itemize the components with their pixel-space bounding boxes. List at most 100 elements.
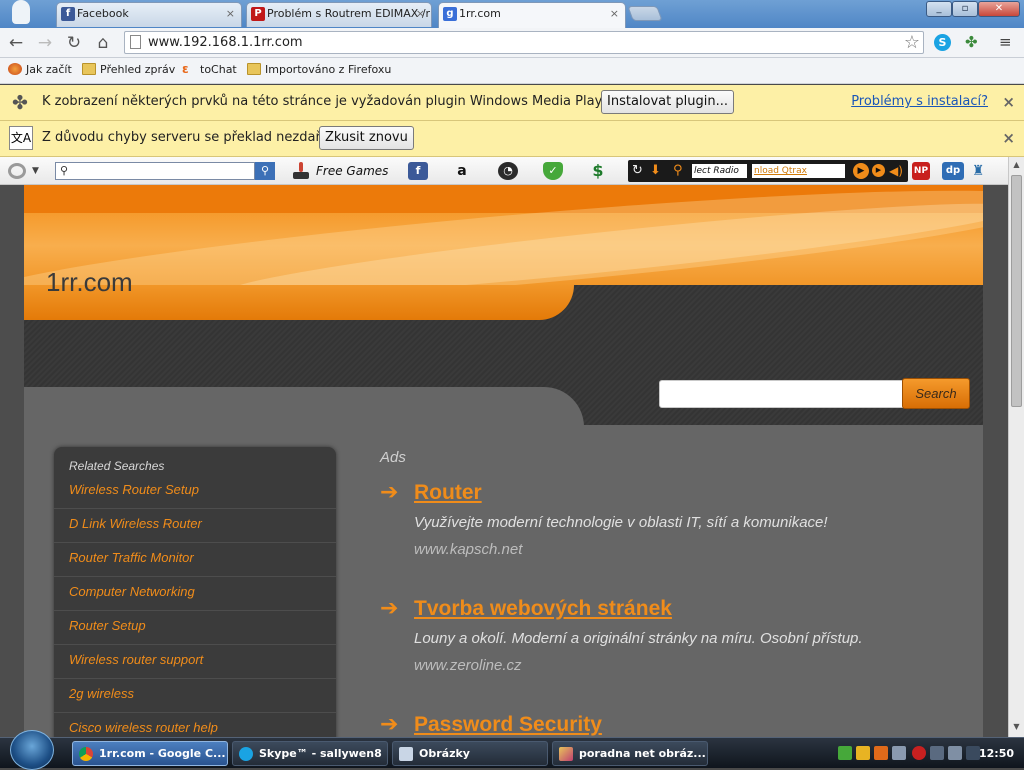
scroll-down-icon[interactable]: ▼	[1011, 721, 1022, 733]
toolbar-search-input[interactable]: ⚲	[55, 162, 255, 180]
taskbar-item-chrome[interactable]: 1rr.com - Google C...	[72, 741, 228, 766]
related-link-d-link-wireless-router[interactable]: D Link Wireless Router	[54, 509, 336, 543]
close-tab-icon[interactable]: ×	[416, 3, 425, 25]
warning-icon[interactable]	[856, 746, 870, 760]
next-icon[interactable]: ▶	[872, 164, 885, 177]
scroll-thumb[interactable]	[1011, 175, 1022, 407]
free-games-label[interactable]: Free Games	[316, 162, 388, 180]
play-icon[interactable]: ▶	[853, 163, 869, 179]
retry-button[interactable]: Zkusit znovu	[319, 126, 414, 150]
ad-item: ➔ Tvorba webových stránek Louny a okolí.…	[380, 596, 960, 686]
related-link-wireless-router-setup[interactable]: Wireless Router Setup	[54, 475, 336, 509]
shield-icon[interactable]: ✓	[543, 162, 563, 180]
tab-title: Facebook	[77, 7, 129, 20]
clock[interactable]: 12:50	[979, 741, 1014, 766]
windows-taskbar: 1rr.com - Google C... Skype™ - sallywen8…	[0, 730, 1024, 770]
close-tab-icon[interactable]: ×	[226, 3, 235, 25]
shield-icon[interactable]	[838, 746, 852, 760]
bookmark-label: toChat	[200, 63, 237, 76]
refresh-icon[interactable]: ↻	[632, 163, 648, 179]
robot-icon[interactable]: ♜	[968, 162, 988, 180]
site-search-input[interactable]	[659, 380, 904, 408]
flag-icon[interactable]	[874, 746, 888, 760]
site-title[interactable]: 1rr.com	[46, 267, 133, 298]
related-link-cisco-wireless-router-help[interactable]: Cisco wireless router help	[54, 713, 336, 737]
site-search-button[interactable]: Search	[902, 378, 970, 409]
speedometer-icon[interactable]: ◔	[498, 162, 518, 180]
monitor-icon[interactable]	[930, 746, 944, 760]
close-tab-icon[interactable]: ×	[610, 3, 619, 25]
translate-infobar: 文A Z důvodu chyby serveru se překlad nez…	[0, 121, 1024, 157]
radio-download-link[interactable]: nload Qtrax	[752, 164, 845, 178]
ad-title-link[interactable]: Password Security	[414, 712, 602, 737]
related-link-router-traffic-monitor[interactable]: Router Traffic Monitor	[54, 543, 336, 577]
dp-icon[interactable]: dp	[942, 162, 964, 180]
bookmark-jak-zacit[interactable]: Jak začít	[8, 63, 72, 77]
speaker-icon[interactable]	[892, 746, 906, 760]
close-icon[interactable]: ×	[1002, 85, 1015, 119]
bookmarks-bar: Jak začít Přehled zpráv ɛ toChat Importo…	[0, 58, 1024, 84]
bookmark-prehled-zprav[interactable]: Přehled zpráv	[82, 63, 175, 77]
amazon-icon[interactable]: a	[452, 162, 472, 180]
new-tab-button[interactable]	[627, 6, 663, 21]
install-plugin-button[interactable]: Instalovat plugin...	[601, 90, 734, 114]
back-icon[interactable]: ←	[6, 33, 26, 53]
tab-1rr[interactable]: g 1rr.com ×	[438, 2, 626, 28]
maximize-button[interactable]: ▫	[952, 1, 978, 17]
related-link-router-setup[interactable]: Router Setup	[54, 611, 336, 645]
tab-title: Problém s Routrem EDIMAX /r	[267, 7, 431, 20]
np-icon[interactable]: NP	[912, 162, 930, 180]
reload-icon[interactable]: ↻	[64, 33, 84, 53]
ad-url-link[interactable]: www.zeroline.cz	[414, 657, 522, 674]
chevron-down-icon[interactable]: ▼	[32, 162, 39, 180]
start-button[interactable]	[10, 730, 54, 770]
firefox-icon	[8, 63, 22, 75]
plugin-message: K zobrazení některých prvků na této strá…	[42, 94, 619, 109]
volume-icon[interactable]: ◀)	[889, 163, 905, 179]
search-icon[interactable]: ⚲	[673, 163, 689, 179]
download-icon[interactable]: ⬇	[650, 163, 666, 179]
skype-icon[interactable]: S	[934, 34, 951, 51]
menu-icon[interactable]: ≡	[999, 34, 1014, 51]
dollar-icon[interactable]: $	[588, 162, 608, 180]
antivirus-icon[interactable]	[912, 746, 926, 760]
skype-icon	[239, 747, 253, 761]
forward-icon[interactable]: →	[35, 33, 55, 53]
joystick-icon[interactable]	[292, 162, 310, 180]
radio-select[interactable]: lect Radio	[692, 164, 747, 178]
facebook-icon[interactable]: f	[408, 162, 428, 180]
bookmark-tochat[interactable]: ɛ toChat	[182, 63, 237, 77]
profile-avatar[interactable]	[12, 0, 30, 24]
tab-poradna[interactable]: P Problém s Routrem EDIMAX /r ×	[246, 2, 432, 27]
conduit-logo-icon[interactable]	[8, 163, 26, 179]
system-tray: 12:50	[828, 741, 1024, 766]
related-link-2g-wireless[interactable]: 2g wireless	[54, 679, 336, 713]
page-viewport: 1rr.com Search Related Searches Wireless…	[0, 185, 1008, 737]
chrome-icon	[79, 747, 93, 761]
scroll-up-icon[interactable]: ▲	[1011, 159, 1022, 171]
bookmark-star-icon[interactable]: ☆	[904, 32, 920, 53]
related-link-wireless-router-support[interactable]: Wireless router support	[54, 645, 336, 679]
arrow-right-icon: ➔	[380, 596, 399, 621]
vertical-scrollbar[interactable]: ▲ ▼	[1008, 157, 1024, 737]
address-bar[interactable]: www.192.168.1.1rr.com ☆	[124, 31, 924, 54]
ad-title-link[interactable]: Router	[414, 480, 482, 506]
home-icon[interactable]: ⌂	[93, 33, 113, 53]
close-icon[interactable]: ×	[1002, 121, 1015, 155]
extension-puzzle-icon[interactable]: ✤	[965, 34, 982, 51]
minimize-button[interactable]: _	[926, 1, 952, 17]
taskbar-item-skype[interactable]: Skype™ - sallywen8	[232, 741, 388, 766]
close-window-button[interactable]: ✕	[978, 1, 1020, 17]
related-link-computer-networking[interactable]: Computer Networking	[54, 577, 336, 611]
taskbar-item-paint[interactable]: poradna net obráz...	[552, 741, 708, 766]
bookmark-importovano[interactable]: Importováno z Firefoxu	[247, 63, 391, 77]
installation-problems-link[interactable]: Problémy s instalací?	[851, 85, 988, 119]
toolbar-search-button[interactable]: ⚲	[255, 162, 275, 180]
ad-url-link[interactable]: www.kapsch.net	[414, 541, 522, 558]
ad-title-link[interactable]: Tvorba webových stránek	[414, 596, 672, 622]
network-icon[interactable]	[948, 746, 962, 760]
device-icon[interactable]	[966, 746, 980, 760]
tab-facebook[interactable]: f Facebook ×	[56, 2, 242, 27]
tochat-icon: ɛ	[182, 62, 189, 76]
taskbar-item-obrazky[interactable]: Obrázky	[392, 741, 548, 766]
